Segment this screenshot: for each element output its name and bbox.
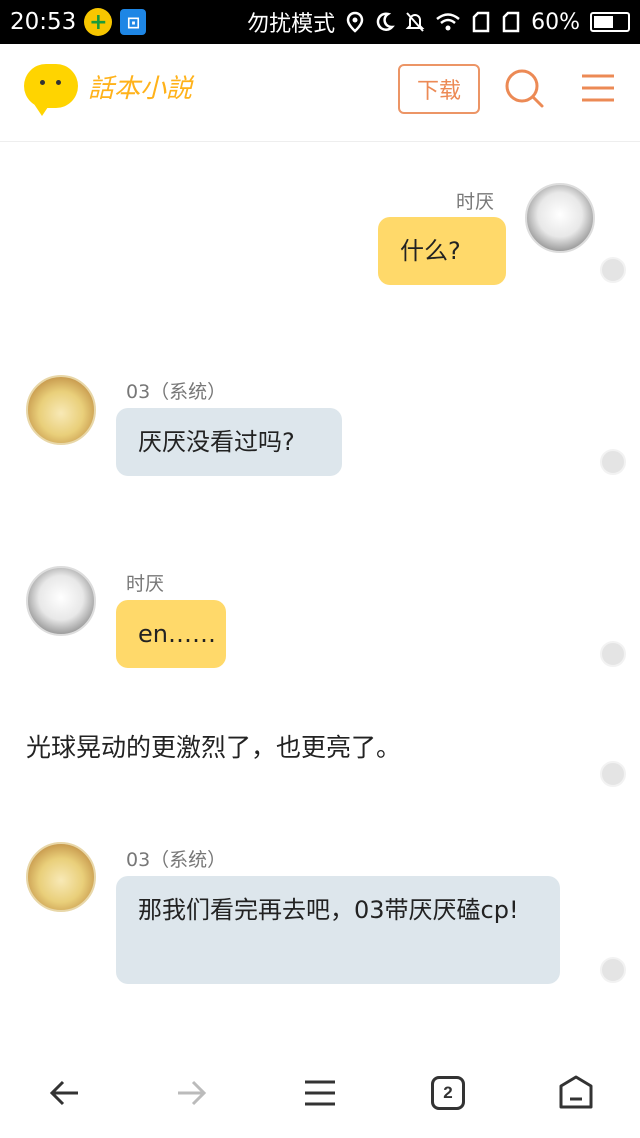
search-icon[interactable]	[502, 66, 546, 110]
sender-name: 时厌	[126, 573, 165, 595]
message-bubble[interactable]: 什么?	[378, 217, 506, 285]
message-bubble[interactable]: 厌厌没看过吗?	[116, 408, 342, 476]
menu-icon[interactable]	[580, 68, 616, 108]
sim2-icon	[502, 11, 520, 33]
avatar-shiyan[interactable]	[26, 566, 96, 636]
home-button[interactable]	[551, 1070, 601, 1116]
home-icon	[559, 1075, 593, 1109]
sender-name: 03（系统）	[126, 849, 227, 871]
sender-name: 03（系统）	[126, 381, 227, 403]
sim1-icon	[472, 11, 490, 33]
back-button[interactable]	[40, 1070, 90, 1116]
app-plus-icon: +	[84, 8, 113, 36]
logo-text: 話本小説	[88, 73, 193, 104]
menu-icon	[305, 1080, 335, 1106]
wifi-icon	[436, 13, 460, 31]
message-bubble[interactable]: 那我们看完再去吧，03带厌厌磕cp!	[116, 876, 560, 984]
app-header: 話本小説 下载	[0, 44, 640, 142]
tabs-icon: 2	[431, 1076, 465, 1110]
tabs-button[interactable]: 2	[423, 1070, 473, 1116]
dnd-label: 勿扰模式	[247, 12, 336, 37]
comment-dot[interactable]	[600, 449, 626, 475]
back-icon	[49, 1080, 78, 1106]
battery-percent: 60%	[531, 9, 580, 35]
battery-icon	[590, 12, 630, 32]
sender-name: 时厌	[456, 191, 495, 213]
message-bubble[interactable]: en……	[116, 600, 226, 668]
comment-dot[interactable]	[600, 641, 626, 667]
bell-off-icon	[405, 12, 425, 32]
forward-icon	[178, 1080, 207, 1106]
comment-dot[interactable]	[600, 957, 626, 983]
avatar-system-03[interactable]	[26, 375, 96, 445]
bottom-nav: 2	[0, 1048, 640, 1138]
chat-content[interactable]: 时厌 什么? 03（系统） 厌厌没看过吗? 时厌 en…… 光球晃动的更激烈了，…	[0, 143, 640, 1048]
narration-text: 光球晃动的更激烈了，也更亮了。	[26, 733, 402, 762]
logo[interactable]: 話本小説	[24, 64, 193, 116]
comment-dot[interactable]	[600, 761, 626, 787]
comment-dot[interactable]	[600, 257, 626, 283]
status-time: 20:53	[10, 9, 77, 35]
download-button[interactable]: 下载	[398, 64, 480, 114]
location-icon	[346, 11, 364, 33]
forward-button[interactable]	[166, 1070, 216, 1116]
avatar-system-03[interactable]	[26, 842, 96, 912]
logo-bubble-icon	[24, 64, 78, 116]
moon-icon	[376, 12, 396, 31]
avatar-shiyan[interactable]	[525, 183, 595, 253]
screenshot-icon: ⊡	[120, 9, 147, 35]
nav-menu-button[interactable]	[295, 1070, 345, 1116]
status-bar: 20:53 + ⊡ 勿扰模式 60%	[0, 0, 640, 44]
